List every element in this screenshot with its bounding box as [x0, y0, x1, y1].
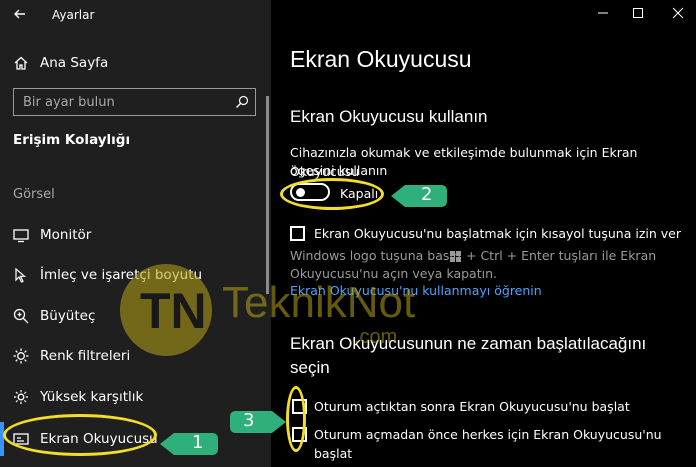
step-1-number: 1: [192, 432, 204, 453]
sidebar-item-home[interactable]: Ana Sayfa: [0, 46, 271, 80]
highlight-ellipse-checkboxes: [286, 386, 306, 452]
shortcut-help-line-1b: + Ctrl + Enter tuşları ile Ekran: [466, 248, 657, 263]
watermark-suffix: .com: [354, 326, 398, 348]
monitor-icon: [13, 229, 29, 243]
step-2-callout: [391, 185, 447, 207]
teknik-not-watermark: TN TeknikNot .com: [118, 262, 463, 366]
search-icon[interactable]: [235, 95, 249, 109]
sidebar-item-monitor[interactable]: Monitör: [0, 218, 271, 252]
search-input[interactable]: Bir ayar bulun: [13, 88, 256, 116]
step-2-number: 2: [421, 184, 433, 205]
highlight-ellipse-narrator: [3, 414, 157, 456]
sidebar-item-label: Monitör: [40, 227, 92, 243]
sidebar-item-label: Renk filtreleri: [40, 348, 131, 364]
start-after-signin-label: Oturum açtıktan sonra Ekran Okuyucusu'nu…: [314, 399, 630, 414]
step-1-callout: [160, 433, 218, 455]
sidebar: Ayarlar Ana Sayfa Bir ayar bulun Erişim …: [0, 0, 271, 467]
window-title: Ayarlar: [52, 8, 95, 22]
step-3-callout: [230, 411, 286, 433]
step-3-number: 3: [243, 410, 255, 431]
sun-icon: [13, 348, 29, 364]
magnifier-icon: [13, 308, 29, 324]
section-title: Erişim Kolaylığı: [13, 132, 131, 148]
start-before-signin-label: Oturum açmadan önce herkes için Ekran Ok…: [314, 427, 662, 461]
watermark-brand: TeknikNot: [222, 278, 416, 327]
sidebar-item-label: Yüksek karşıtlık: [40, 389, 144, 405]
use-heading: Ekran Okuyucusu kullanın: [290, 107, 488, 126]
svg-text:TN: TN: [140, 283, 207, 339]
sidebar-item-label: Ana Sayfa: [40, 55, 109, 71]
search-placeholder: Bir ayar bulun: [23, 95, 115, 110]
page-title: Ekran Okuyucusu: [290, 46, 472, 72]
shortcut-checkbox[interactable]: [290, 226, 305, 241]
back-arrow-icon[interactable]: [10, 4, 30, 24]
home-icon: [14, 56, 28, 70]
minimize-icon[interactable]: [590, 3, 616, 23]
shortcut-checkbox-label: Ekran Okuyucusu'nu başlatmak için kısayo…: [314, 226, 681, 241]
highlight-ellipse-toggle: [280, 178, 384, 210]
sidebar-item-label: Büyüteç: [40, 308, 96, 324]
pointer-icon: [15, 267, 27, 283]
windows-logo-icon: [450, 251, 461, 262]
maximize-icon[interactable]: [625, 3, 651, 23]
contrast-icon: [14, 390, 28, 404]
close-icon[interactable]: [665, 3, 691, 23]
group-label: Görsel: [13, 187, 55, 202]
